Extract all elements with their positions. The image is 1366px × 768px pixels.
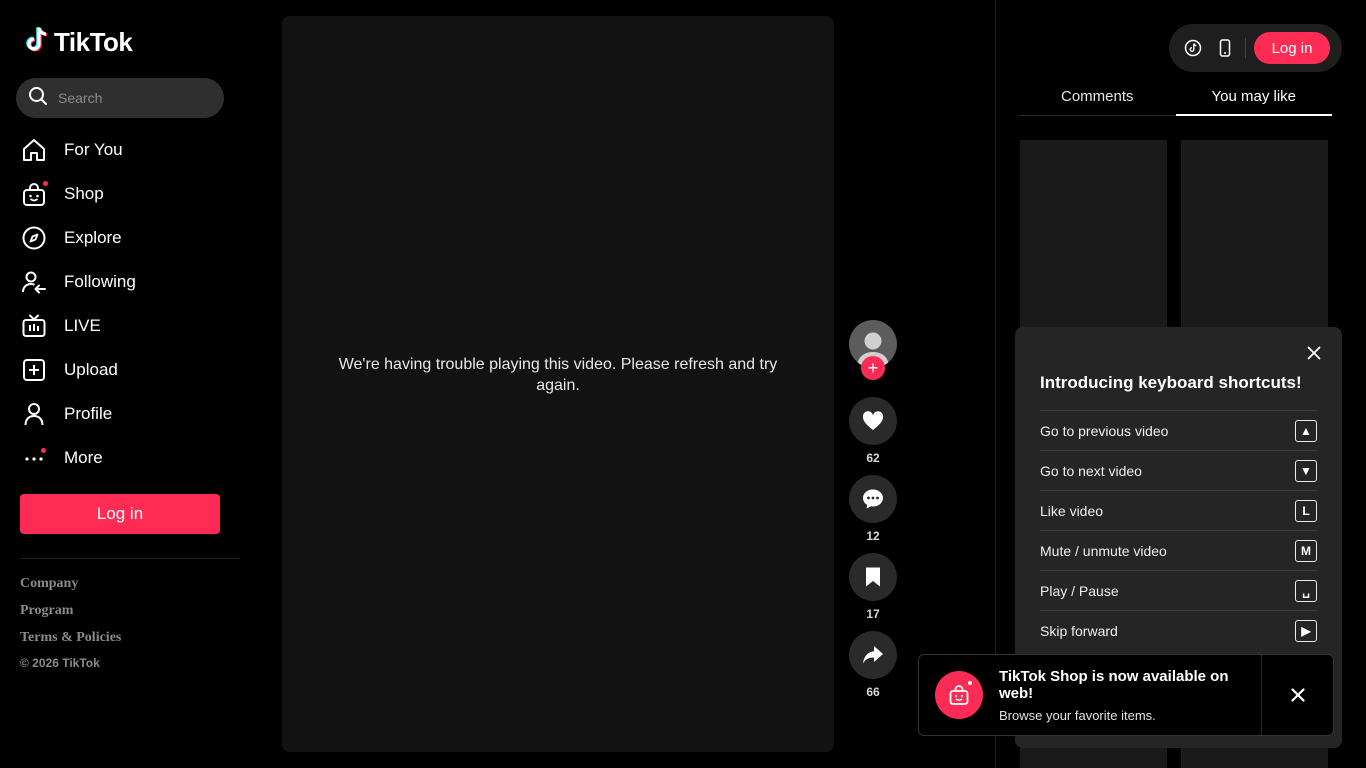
recommended-video-thumbnail[interactable] xyxy=(1181,140,1328,330)
sidebar-item-for-you[interactable]: For You xyxy=(20,128,230,172)
shortcut-row: Go to next video ▼ xyxy=(1040,450,1317,490)
footer-link-program[interactable]: Program xyxy=(20,603,121,630)
shortcut-label: Like video xyxy=(1040,502,1104,519)
share-button[interactable] xyxy=(849,631,897,679)
tab-you-may-like[interactable]: You may like xyxy=(1175,80,1333,116)
compass-icon xyxy=(20,224,48,252)
search-input[interactable] xyxy=(58,90,208,106)
share-count: 66 xyxy=(866,685,880,699)
heart-icon xyxy=(862,411,884,430)
toast-close-button[interactable] xyxy=(1262,655,1333,735)
shortcut-row: Mute / unmute video M xyxy=(1040,530,1317,570)
footer-links: Company Program Terms & Policies xyxy=(20,576,121,657)
video-player[interactable]: We're having trouble playing this video.… xyxy=(282,16,834,752)
tiktok-coin-icon[interactable] xyxy=(1181,36,1205,60)
toast-text: TikTok Shop is now available on web! Bro… xyxy=(999,668,1261,723)
sidebar-item-label: For You xyxy=(64,140,123,159)
shortcuts-list: Go to previous video ▲ Go to next video … xyxy=(1040,410,1317,650)
shopping-bag-icon xyxy=(20,180,48,208)
upload-plus-icon xyxy=(20,356,48,384)
sidebar-item-explore[interactable]: Explore xyxy=(20,216,230,260)
sidebar-login-button[interactable]: Log in xyxy=(20,494,220,534)
sidebar-item-live[interactable]: LIVE xyxy=(20,304,230,348)
toast-title: TikTok Shop is now available on web! xyxy=(999,667,1229,702)
sidebar-divider xyxy=(20,558,240,559)
shortcut-row: Play / Pause ␣ xyxy=(1040,570,1317,610)
panel-tabs: Comments You may like xyxy=(1019,80,1332,116)
shortcut-row: Like video L xyxy=(1040,490,1317,530)
notification-dot xyxy=(43,181,48,186)
sidebar-item-profile[interactable]: Profile xyxy=(20,392,230,436)
tab-comments[interactable]: Comments xyxy=(1019,80,1176,115)
sidebar-item-more[interactable]: More xyxy=(20,436,230,480)
mobile-phone-icon[interactable] xyxy=(1213,36,1237,60)
video-error-message: We're having trouble playing this video.… xyxy=(338,356,778,394)
comment-button[interactable] xyxy=(849,475,897,523)
follow-button[interactable]: + xyxy=(861,356,885,380)
home-icon xyxy=(20,136,48,164)
shortcut-label: Go to previous video xyxy=(1040,422,1169,439)
toast-subtitle: Browse your favorite items. xyxy=(999,707,1156,723)
recommended-video-thumbnail[interactable] xyxy=(1181,748,1328,768)
key-up-icon: ▲ xyxy=(1295,419,1317,442)
footer-link-company[interactable]: Company xyxy=(20,576,121,603)
bookmark-icon xyxy=(866,567,880,587)
shortcut-row: Go to previous video ▲ xyxy=(1040,410,1317,450)
sidebar-item-label: Profile xyxy=(64,404,113,423)
comment-bubble-icon xyxy=(863,489,883,509)
shopping-bag-icon xyxy=(935,671,983,719)
sidebar-item-label: Upload xyxy=(64,360,118,379)
sidebar-item-upload[interactable]: Upload xyxy=(20,348,230,392)
shortcut-label: Go to next video xyxy=(1040,462,1142,479)
copyright-text: © 2026 TikTok xyxy=(20,656,100,670)
logo-text: TikTok xyxy=(54,27,133,57)
save-count: 17 xyxy=(866,607,880,621)
key-m-icon: M xyxy=(1295,539,1317,562)
shortcut-label: Mute / unmute video xyxy=(1040,542,1167,559)
top-login-button[interactable]: Log in xyxy=(1254,32,1330,64)
save-button[interactable] xyxy=(849,553,897,601)
following-icon xyxy=(20,268,48,296)
like-button[interactable] xyxy=(849,397,897,445)
search-bar[interactable] xyxy=(16,78,224,118)
shop-toast: TikTok Shop is now available on web! Bro… xyxy=(918,654,1334,736)
sidebar-item-shop[interactable]: Shop xyxy=(20,172,230,216)
app-root: TikTok For You Shop xyxy=(0,0,1366,768)
shortcut-label: Skip forward xyxy=(1040,622,1118,639)
share-arrow-icon xyxy=(863,646,883,664)
person-icon xyxy=(20,400,48,428)
shortcut-label: Play / Pause xyxy=(1040,582,1119,599)
key-l-icon: L xyxy=(1295,499,1317,522)
more-dots-icon xyxy=(20,444,48,472)
key-space-icon: ␣ xyxy=(1295,579,1317,602)
top-action-bar: Log in xyxy=(1169,24,1342,72)
close-icon xyxy=(1290,688,1305,702)
sidebar: TikTok For You Shop xyxy=(0,0,250,768)
key-down-icon: ▼ xyxy=(1295,459,1317,482)
topbar-separator xyxy=(1245,38,1246,58)
sidebar-item-label: Explore xyxy=(64,228,122,247)
footer-link-terms[interactable]: Terms & Policies xyxy=(20,630,121,657)
panel-divider xyxy=(995,0,996,768)
shortcuts-title: Introducing keyboard shortcuts! xyxy=(1040,373,1302,392)
shortcut-row: Skip forward ▶ xyxy=(1040,610,1317,650)
tiktok-note-icon xyxy=(24,26,50,59)
sidebar-item-label: LIVE xyxy=(64,316,101,335)
recommended-video-thumbnail[interactable] xyxy=(1020,748,1167,768)
sidebar-item-label: Following xyxy=(64,272,136,291)
live-tv-icon xyxy=(20,312,48,340)
tiktok-logo[interactable]: TikTok xyxy=(24,26,133,59)
recommended-video-thumbnail[interactable] xyxy=(1020,140,1167,330)
sidebar-item-label: Shop xyxy=(64,184,104,203)
close-icon[interactable] xyxy=(1304,343,1324,363)
sidebar-item-following[interactable]: Following xyxy=(20,260,230,304)
sidebar-item-label: More xyxy=(64,448,103,467)
search-icon xyxy=(28,86,48,111)
notification-dot xyxy=(41,448,46,453)
like-count: 62 xyxy=(866,451,880,465)
notification-dot xyxy=(968,681,972,685)
sidebar-nav: For You Shop Explore Following LIVE Uplo… xyxy=(20,128,230,480)
key-right-icon: ▶ xyxy=(1295,619,1317,642)
comment-count: 12 xyxy=(866,529,880,543)
